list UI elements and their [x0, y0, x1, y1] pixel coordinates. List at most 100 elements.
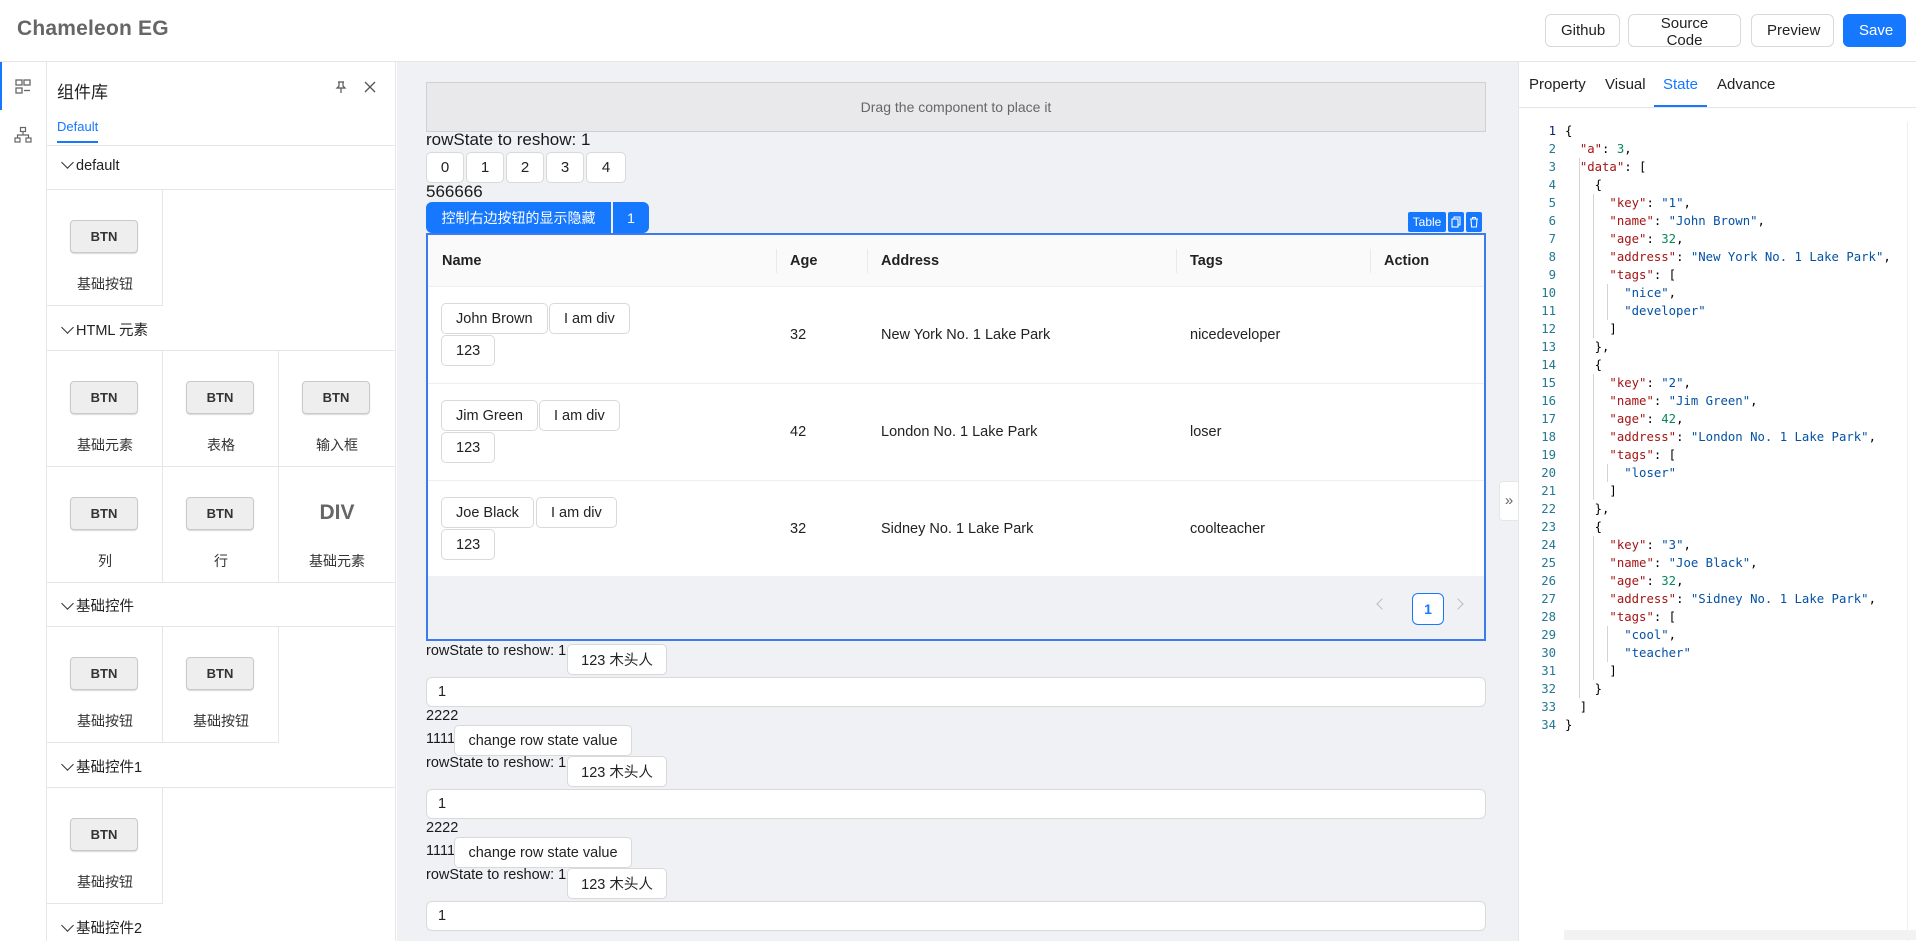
column-header-action: Action — [1384, 253, 1430, 269]
line-number: 10 — [1541, 286, 1556, 300]
group-header-html[interactable]: HTML 元素 — [47, 307, 395, 351]
chevron-left-icon[interactable] — [1376, 598, 1388, 610]
number-button-3[interactable]: 3 — [546, 152, 584, 183]
column-header-name: Name — [442, 253, 482, 269]
group-name: default — [76, 158, 120, 174]
i-am-div-button[interactable]: I am div — [536, 497, 617, 528]
group-header-basic-controls-1[interactable]: 基础控件1 — [47, 744, 395, 788]
column-header-age: Age — [790, 253, 818, 269]
group-header-basic-controls[interactable]: 基础控件 — [47, 583, 395, 627]
code-line: 4 { — [1519, 176, 1899, 194]
number-123-button[interactable]: 123 — [441, 432, 496, 463]
line-number: 4 — [1548, 178, 1556, 192]
code-line: 31 ] — [1519, 662, 1899, 680]
component-item[interactable]: BTN 基础按钮 — [47, 190, 163, 306]
code-line: 24 "key": "3", — [1519, 536, 1899, 554]
copy-icon[interactable] — [1448, 212, 1464, 232]
component-icon[interactable] — [14, 78, 32, 96]
line-number: 22 — [1541, 502, 1556, 516]
library-tabs: Default — [47, 114, 395, 146]
code-line: 5 "key": "1", — [1519, 194, 1899, 212]
row-state-input[interactable]: 1 — [426, 789, 1486, 819]
tab-property[interactable]: Property — [1529, 76, 1586, 93]
close-icon[interactable] — [364, 81, 376, 93]
component-item[interactable]: DIV 基础元素 — [279, 467, 395, 583]
line-number: 8 — [1548, 250, 1556, 264]
code-text: "teacher" — [1624, 646, 1691, 660]
component-item[interactable]: BTN 列 — [47, 467, 163, 583]
code-line: 16 "name": "Jim Green", — [1519, 392, 1899, 410]
i-am-div-button[interactable]: I am div — [549, 303, 630, 334]
component-item[interactable]: BTN 行 — [163, 467, 279, 583]
chevron-down-icon — [61, 156, 74, 169]
change-row-state-button[interactable]: change row state value — [454, 725, 632, 756]
code-line: 15 "key": "2", — [1519, 374, 1899, 392]
i-am-div-button[interactable]: I am div — [539, 400, 620, 431]
tree-icon[interactable] — [14, 126, 32, 144]
save-button[interactable]: Save — [1843, 14, 1906, 47]
tab-advance[interactable]: Advance — [1717, 76, 1775, 93]
line-number: 24 — [1541, 538, 1556, 552]
tab-visual[interactable]: Visual — [1605, 76, 1646, 93]
code-text: "address": "London No. 1 Lake Park", — [1609, 430, 1876, 444]
editor-scrollbar[interactable] — [1907, 122, 1916, 941]
number-123-button[interactable]: 123 — [441, 335, 496, 366]
tab-state[interactable]: State — [1663, 76, 1698, 93]
chevron-down-icon — [61, 758, 74, 771]
number-button-1[interactable]: 1 — [466, 152, 504, 183]
name-button[interactable]: Joe Black — [441, 497, 534, 528]
component-item[interactable]: BTN 表格 — [163, 351, 279, 467]
number-123-button[interactable]: 123 — [441, 529, 496, 560]
row-state-text: rowState to reshow: 1 — [426, 130, 591, 149]
code-text: { — [1565, 124, 1573, 138]
mutouren-button[interactable]: 123 木头人 — [567, 644, 667, 675]
line-number: 5 — [1548, 196, 1556, 210]
code-line: 29 "cool", — [1519, 626, 1899, 644]
code-line: 12 ] — [1519, 320, 1899, 338]
name-button[interactable]: John Brown — [441, 303, 548, 334]
component-item[interactable]: BTN 基础按钮 — [163, 627, 279, 743]
collapse-panel-toggle[interactable]: » — [1499, 481, 1518, 521]
drop-zone[interactable]: Drag the component to place it — [426, 82, 1486, 132]
github-button[interactable]: Github — [1545, 14, 1620, 47]
number-button-2[interactable]: 2 — [506, 152, 544, 183]
age-cell: 42 — [790, 424, 807, 440]
mutouren-button[interactable]: 123 木头人 — [567, 756, 667, 787]
number-button-4[interactable]: 4 — [586, 152, 626, 183]
toggle-right-buttons-button[interactable]: 控制右边按钮的显示隐藏 — [426, 202, 611, 233]
row-state-input[interactable]: 1 — [426, 677, 1486, 707]
tags-cell: loser — [1190, 424, 1222, 440]
code-line: 10 "nice", — [1519, 284, 1899, 302]
source-code-button[interactable]: Source Code — [1628, 14, 1741, 49]
component-item[interactable]: BTN 基础按钮 — [47, 627, 163, 743]
line-number: 29 — [1541, 628, 1556, 642]
page-number[interactable]: 1 — [1412, 593, 1444, 625]
component-item[interactable]: BTN 输入框 — [279, 351, 395, 467]
group-header-basic-controls-2[interactable]: 基础控件2 — [47, 905, 395, 941]
component-item[interactable]: BTN 基础按钮 — [47, 788, 163, 904]
tab-default[interactable]: Default — [57, 119, 99, 143]
code-text: "loser" — [1624, 466, 1677, 480]
editor-horizontal-scrollbar[interactable] — [1564, 930, 1916, 940]
indent-guide — [1607, 626, 1608, 662]
data-table[interactable]: Name Age Address Tags Action John Brown … — [426, 233, 1486, 641]
delete-icon[interactable] — [1466, 212, 1482, 232]
indent-guide — [1593, 194, 1594, 338]
chevron-right-icon[interactable] — [1452, 598, 1464, 610]
code-text: "key": "1", — [1609, 196, 1691, 210]
design-canvas[interactable]: Drag the component to place it rowState … — [397, 62, 1518, 941]
line-number: 32 — [1541, 682, 1556, 696]
group-header-default[interactable]: default — [47, 146, 395, 190]
preview-button[interactable]: Preview — [1751, 14, 1834, 47]
row-state-input[interactable]: 1 — [426, 901, 1486, 931]
mutouren-button[interactable]: 123 木头人 — [567, 868, 667, 899]
toggle-count-button[interactable]: 1 — [613, 202, 649, 233]
component-item[interactable]: BTN 基础元素 — [47, 351, 163, 467]
group-name: HTML 元素 — [76, 323, 148, 339]
pin-icon[interactable] — [334, 80, 348, 94]
code-line: 30 "teacher" — [1519, 644, 1899, 662]
name-button[interactable]: Jim Green — [441, 400, 538, 431]
number-button-0[interactable]: 0 — [426, 152, 464, 183]
change-row-state-button[interactable]: change row state value — [454, 837, 632, 868]
line-number: 21 — [1541, 484, 1556, 498]
